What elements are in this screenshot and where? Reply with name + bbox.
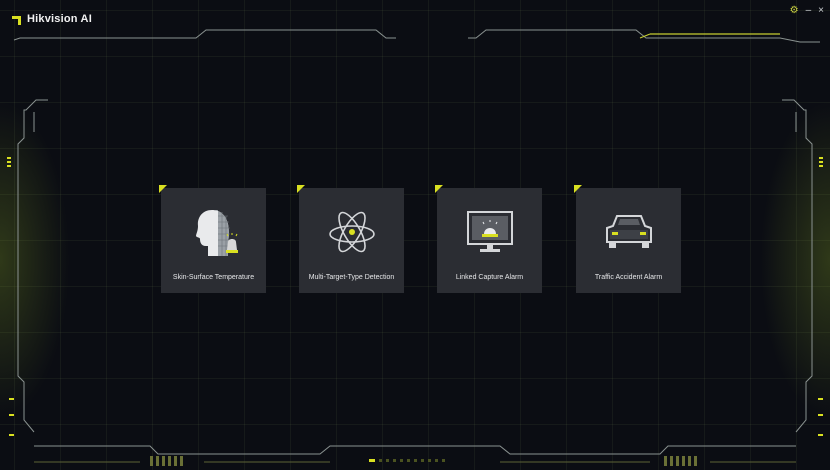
page-dot-active[interactable]	[369, 459, 375, 462]
hud-frame	[7, 29, 823, 466]
tile-corner-marker	[297, 185, 305, 193]
tile-label: Multi-Target-Type Detection	[308, 274, 395, 281]
page-dot[interactable]	[442, 459, 445, 462]
atom-icon	[328, 211, 375, 253]
tile-label: Traffic Accident Alarm	[594, 274, 663, 281]
tile-label: Skin-Surface Temperature	[172, 274, 255, 281]
page-dot[interactable]	[414, 459, 417, 462]
page-dot[interactable]	[393, 459, 396, 462]
head-temperature-icon	[195, 210, 238, 256]
page-dot[interactable]	[421, 459, 424, 462]
window-controls: ⚙ – ×	[790, 6, 824, 16]
page-dot[interactable]	[386, 459, 389, 462]
tile-multi-target-type-detection[interactable]: Multi-Target-Type Detection	[297, 185, 404, 293]
tile-label: Linked Capture Alarm	[455, 274, 524, 281]
alarm-monitor-icon	[466, 211, 513, 252]
page-dot[interactable]	[435, 459, 438, 462]
tile-corner-marker	[159, 185, 167, 193]
minimize-icon[interactable]: –	[806, 6, 812, 16]
tile-skin-surface-temperature[interactable]: Skin-Surface Temperature	[159, 185, 266, 293]
page-indicator	[369, 459, 445, 462]
tile-corner-marker	[574, 185, 582, 193]
page-dot[interactable]	[400, 459, 403, 462]
page-dot[interactable]	[428, 459, 431, 462]
close-icon[interactable]: ×	[818, 6, 824, 16]
settings-icon[interactable]: ⚙	[790, 6, 799, 16]
logo-corner-icon	[12, 16, 21, 25]
car-icon	[605, 215, 652, 248]
page-dot[interactable]	[379, 459, 382, 462]
page-dot[interactable]	[407, 459, 410, 462]
tile-corner-marker	[435, 185, 443, 193]
tile-traffic-accident-alarm[interactable]: Traffic Accident Alarm	[574, 185, 681, 293]
app-title: Hikvision AI	[27, 13, 92, 25]
tile-linked-capture-alarm[interactable]: Linked Capture Alarm	[435, 185, 542, 293]
title-bar: Hikvision AI ⚙ – ×	[0, 0, 830, 34]
